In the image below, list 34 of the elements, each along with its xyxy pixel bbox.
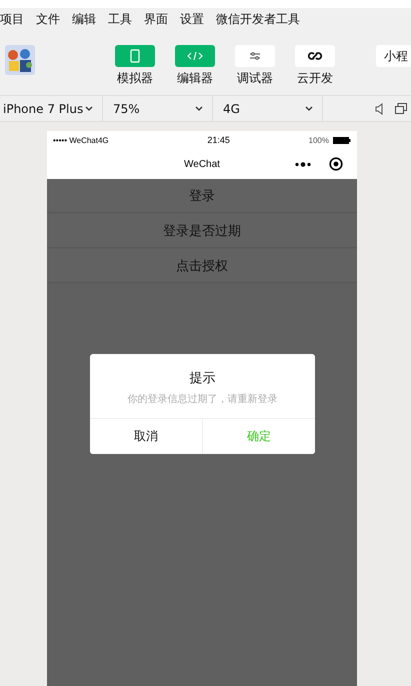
mini-program-button[interactable]: 小程 <box>376 45 411 67</box>
menu-item[interactable]: 设置 <box>180 10 204 28</box>
dialog-title: 提示 <box>190 370 216 387</box>
dialog-message: 你的登录信息过期了，请重新登录 <box>128 392 278 406</box>
more-icon[interactable] <box>295 162 311 166</box>
menu-item[interactable]: 编辑 <box>72 10 96 28</box>
toolbar-label: 编辑器 <box>177 70 213 87</box>
battery-text: 100% <box>308 136 329 144</box>
toolbar-label: 调试器 <box>237 70 273 87</box>
chevron-icon <box>195 106 203 111</box>
sliders-icon <box>249 52 261 60</box>
device-select[interactable]: 75% <box>103 96 213 121</box>
battery-icon <box>333 136 351 144</box>
device-select[interactable]: 4G <box>213 96 323 121</box>
chevron-icon <box>305 106 313 111</box>
menu-item[interactable]: 项目 <box>0 10 24 28</box>
status-time: 21:45 <box>207 135 230 145</box>
link-icon <box>308 51 322 61</box>
phone-icon <box>130 49 140 63</box>
menu-item[interactable]: 界面 <box>144 10 168 28</box>
toolbar-label: 模拟器 <box>117 70 153 87</box>
nav-title: WeChat <box>184 158 220 170</box>
code-icon <box>187 52 203 60</box>
menu-item[interactable]: 文件 <box>36 10 60 28</box>
toolbar-label: 云开发 <box>297 70 333 87</box>
carrier-text: ••••• WeChat4G <box>53 136 109 144</box>
toolbar-button[interactable] <box>235 45 275 67</box>
menu-item[interactable]: 微信开发者工具 <box>216 10 300 28</box>
window-icon[interactable] <box>395 103 407 114</box>
menu-item[interactable]: 工具 <box>108 10 132 28</box>
toolbar-button[interactable] <box>295 45 335 67</box>
speaker-icon[interactable] <box>375 102 383 114</box>
chevron-icon <box>85 106 93 111</box>
device-select[interactable]: iPhone 7 Plus <box>0 96 103 121</box>
